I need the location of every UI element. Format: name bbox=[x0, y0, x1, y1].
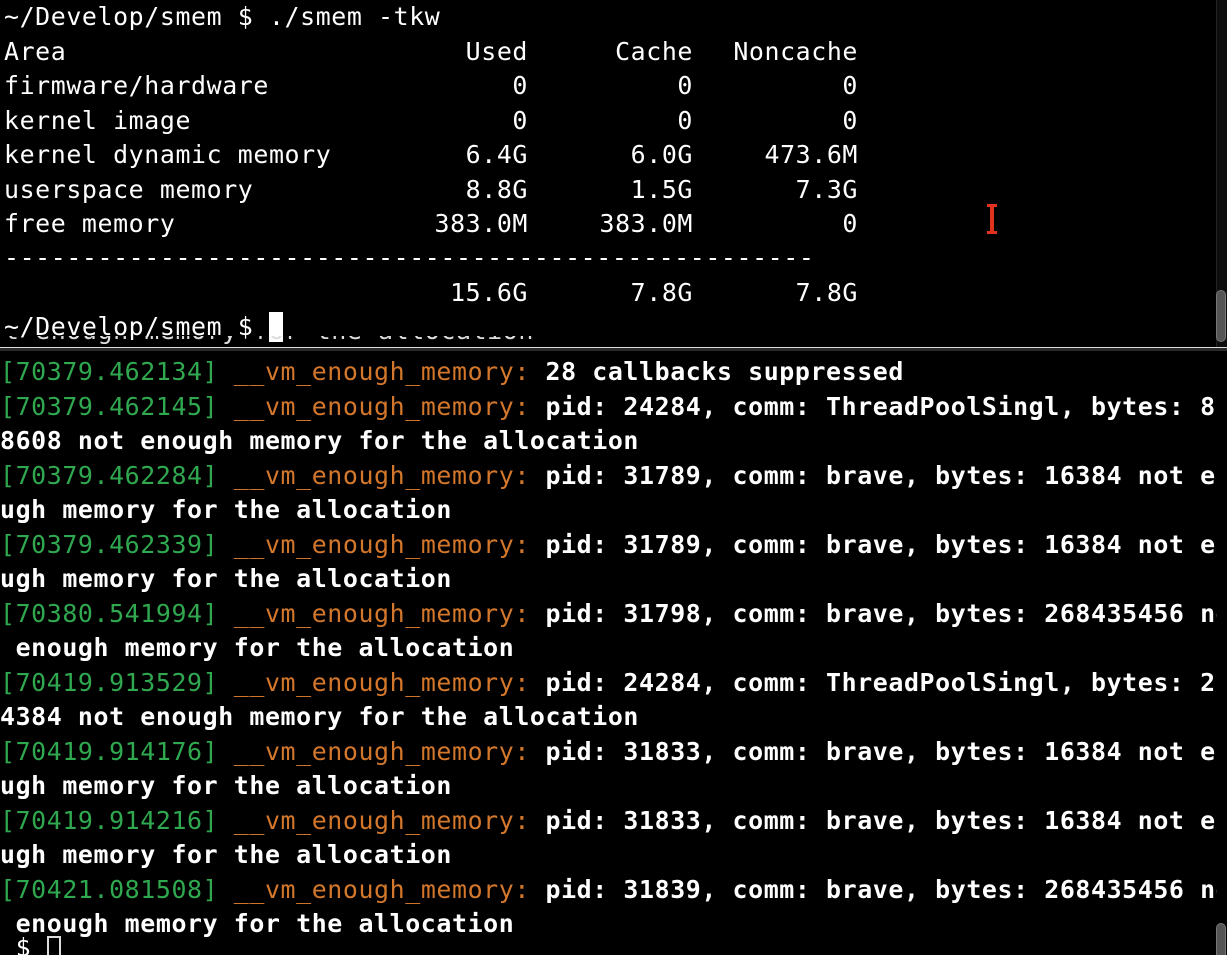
log-line: ugh memory for the allocation bbox=[0, 562, 452, 597]
log-message: ugh memory for the allocation bbox=[0, 771, 452, 800]
log-function: __vm_enough_memory: bbox=[218, 805, 530, 835]
table-cell-area: userspace memory bbox=[4, 174, 254, 204]
log-message: pid: 31833, comm: brave, bytes: 16384 no… bbox=[529, 805, 1227, 835]
log-timestamp: [70380.541994] bbox=[0, 598, 219, 628]
log-message: pid: 31789, comm: brave, bytes: 16384 no… bbox=[529, 460, 1227, 490]
log-function: __vm_enough_memory: bbox=[218, 529, 530, 559]
log-timestamp: [70379.462145] bbox=[0, 391, 219, 421]
table-header-cell: Cache bbox=[615, 36, 693, 66]
log-timestamp: [70379.462134] bbox=[0, 357, 219, 386]
log-line: ugh memory for the allocation bbox=[0, 838, 452, 873]
clipped-output-line: t enough memory for the allocation bbox=[4, 336, 534, 347]
table-cell: 0 bbox=[677, 71, 693, 100]
log-message: 28 callbacks suppressed bbox=[529, 357, 904, 386]
terminal-pane-bottom[interactable]: [70379.462134] __vm_enough_memory: 28 ca… bbox=[0, 351, 1227, 955]
command-line: ~/Develop/smem $ ./smem -tkw bbox=[4, 0, 440, 35]
log-timestamp: [70379.462339] bbox=[0, 529, 219, 559]
table-cell-area: kernel dynamic memory bbox=[4, 140, 332, 169]
log-message: pid: 31789, comm: brave, bytes: 16384 no… bbox=[529, 529, 1227, 559]
log-message: ugh memory for the allocation bbox=[0, 495, 452, 524]
log-function: __vm_enough_memory: bbox=[218, 874, 530, 904]
log-function: __vm_enough_memory: bbox=[218, 667, 530, 697]
table-total-cell: 7.8G bbox=[630, 278, 693, 307]
log-message: enough memory for the allocation bbox=[0, 633, 515, 662]
log-message: pid: 31833, comm: brave, bytes: 16384 no… bbox=[529, 736, 1227, 766]
table-cell: 0 bbox=[842, 105, 858, 135]
log-line: [70419.913529] __vm_enough_memory: pid: … bbox=[0, 666, 1227, 701]
log-function: __vm_enough_memory: bbox=[218, 736, 530, 766]
table-header-area: Area bbox=[4, 36, 67, 66]
log-line: [70380.541994] __vm_enough_memory: pid: … bbox=[0, 597, 1227, 632]
log-message: ugh memory for the allocation bbox=[0, 564, 452, 593]
log-line: enough memory for the allocation bbox=[0, 907, 514, 942]
log-timestamp: [70419.914216] bbox=[0, 805, 219, 835]
log-function: __vm_enough_memory: bbox=[218, 357, 530, 386]
log-function: __vm_enough_memory: bbox=[218, 391, 530, 421]
table-cell: 0 bbox=[512, 105, 528, 135]
log-timestamp: [70421.081508] bbox=[0, 874, 219, 904]
log-message: pid: 31839, comm: brave, bytes: 26843545… bbox=[529, 874, 1227, 904]
log-timestamp: [70419.913529] bbox=[0, 667, 219, 697]
table-cell: 8.8G bbox=[465, 174, 528, 204]
log-timestamp: [70379.462284] bbox=[0, 460, 219, 490]
log-line: [70379.462134] __vm_enough_memory: 28 ca… bbox=[0, 355, 904, 390]
top-scrollbar-thumb[interactable] bbox=[1216, 290, 1226, 342]
terminal-pane-top[interactable]: ~/Develop/smem $ ./smem -tkw Area Used Cac… bbox=[0, 0, 1227, 347]
log-line: [70379.462284] __vm_enough_memory: pid: … bbox=[0, 459, 1227, 494]
table-cell: 0 bbox=[842, 209, 858, 238]
log-message: pid: 31798, comm: brave, bytes: 26843545… bbox=[529, 598, 1227, 628]
separator-line: ----------------------------------------… bbox=[4, 243, 815, 272]
log-message: ugh memory for the allocation bbox=[0, 840, 452, 869]
table-cell: 6.4G bbox=[465, 140, 528, 169]
table-cell-area: kernel image bbox=[4, 105, 192, 135]
log-line: enough memory for the allocation bbox=[0, 631, 514, 666]
log-timestamp: [70419.914176] bbox=[0, 736, 219, 766]
table-cell: 1.5G bbox=[630, 174, 693, 204]
log-message: 4384 not enough memory for the allocatio… bbox=[0, 702, 640, 731]
table-cell: 7.3G bbox=[795, 174, 858, 204]
bottom-prompt-text: $ bbox=[0, 933, 47, 955]
log-message: 8608 not enough memory for the allocatio… bbox=[0, 426, 640, 455]
table-total-cell: 15.6G bbox=[450, 278, 528, 307]
log-message: pid: 24284, comm: ThreadPoolSingl, bytes… bbox=[529, 667, 1227, 697]
log-line: [70421.081508] __vm_enough_memory: pid: … bbox=[0, 873, 1227, 908]
log-line: 4384 not enough memory for the allocatio… bbox=[0, 700, 639, 735]
table-cell: 0 bbox=[677, 105, 693, 135]
top-scrollbar[interactable] bbox=[1216, 0, 1227, 347]
log-line: [70379.462339] __vm_enough_memory: pid: … bbox=[0, 528, 1227, 563]
bottom-scrollbar-thumb[interactable] bbox=[1216, 923, 1226, 955]
log-line: [70419.914216] __vm_enough_memory: pid: … bbox=[0, 804, 1227, 839]
table-header-cell: Used bbox=[465, 36, 528, 66]
log-line: [70419.914176] __vm_enough_memory: pid: … bbox=[0, 735, 1227, 770]
log-line: ugh memory for the allocation bbox=[0, 493, 452, 528]
bottom-shell-prompt[interactable]: $ bbox=[0, 931, 61, 955]
bottom-scrollbar[interactable] bbox=[1216, 351, 1227, 955]
table-cell-area: firmware/hardware bbox=[4, 71, 269, 100]
bottom-text-cursor bbox=[46, 936, 61, 955]
table-cell: 383.0M bbox=[599, 209, 693, 238]
table-cell: 0 bbox=[512, 71, 528, 100]
table-header-cell: Noncache bbox=[733, 36, 858, 66]
log-message: enough memory for the allocation bbox=[0, 909, 515, 938]
table-cell: 0 bbox=[842, 71, 858, 100]
table-cell: 6.0G bbox=[630, 140, 693, 169]
table-cell: 473.6M bbox=[764, 140, 858, 169]
table-cell-area: free memory bbox=[4, 209, 176, 238]
table-total-cell: 7.8G bbox=[795, 278, 858, 307]
ibeam-cursor-icon bbox=[987, 204, 997, 234]
log-line: [70379.462145] __vm_enough_memory: pid: … bbox=[0, 390, 1227, 425]
table-cell: 383.0M bbox=[434, 209, 528, 238]
log-line: 8608 not enough memory for the allocatio… bbox=[0, 424, 639, 459]
log-message: pid: 24284, comm: ThreadPoolSingl, bytes… bbox=[529, 391, 1227, 421]
command-text: ~/Develop/smem $ ./smem -tkw bbox=[4, 2, 441, 31]
log-function: __vm_enough_memory: bbox=[218, 598, 530, 628]
log-line: ugh memory for the allocation bbox=[0, 769, 452, 804]
log-function: __vm_enough_memory: bbox=[218, 460, 530, 490]
